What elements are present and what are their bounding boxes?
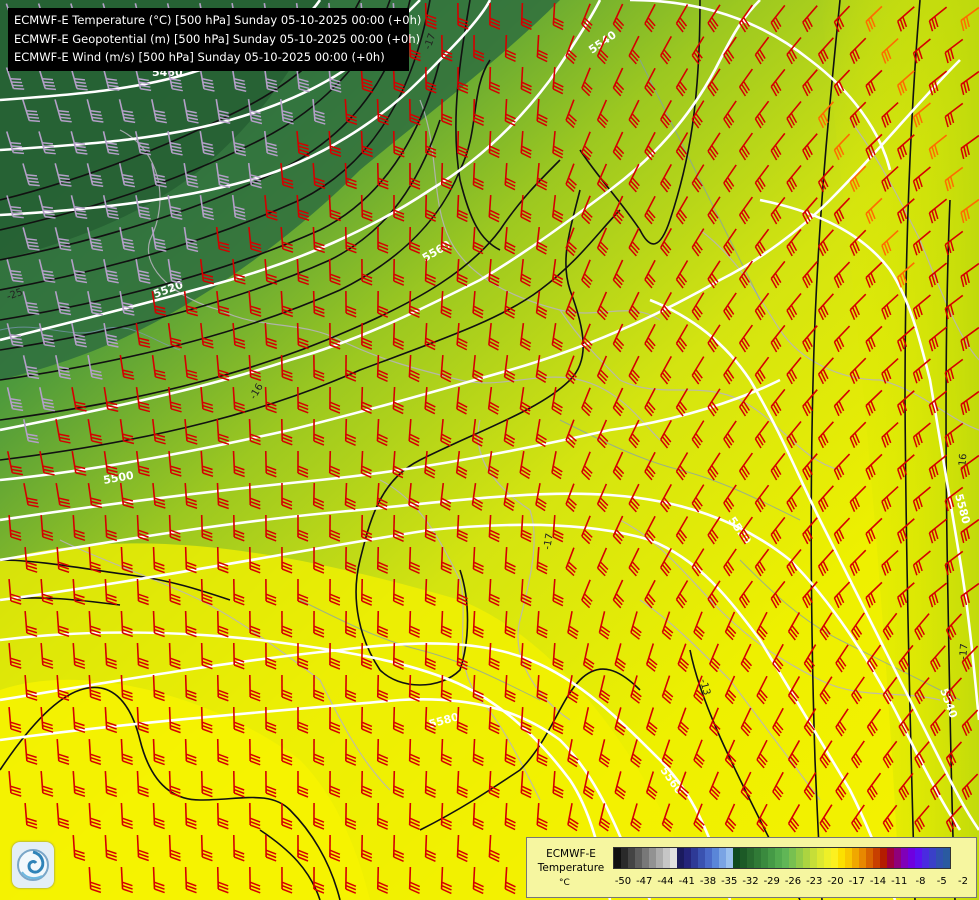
geopotential-title: ECMWF-E Geopotential (m) [500 hPa] Sunda… — [14, 31, 421, 46]
legend-swatch — [810, 848, 817, 868]
legend-color-bar — [613, 847, 951, 869]
legend-tick-label: -47 — [636, 876, 653, 887]
legend-swatch — [677, 848, 684, 868]
legend-swatch — [663, 848, 670, 868]
legend-swatch — [908, 848, 915, 868]
legend-swatch — [754, 848, 761, 868]
legend-tick-label: -50 — [614, 876, 632, 887]
legend-swatch — [642, 848, 649, 868]
legend-swatch — [761, 848, 768, 868]
legend-swatch — [866, 848, 873, 868]
legend-swatch — [803, 848, 810, 868]
legend-tick-label: -35 — [721, 876, 738, 887]
temperature-legend: ECMWF-E Temperature °C -50 -47 -44 -41 -38 -3… — [526, 837, 977, 898]
legend-swatch — [859, 848, 866, 868]
legend-title: ECMWF-E Temperature — [537, 848, 605, 874]
legend-swatch — [621, 848, 628, 868]
legend-swatch — [880, 848, 887, 868]
map-canvas[interactable]: 5460 5520 5540 5560 5500 5520 5580 5540 … — [0, 0, 979, 900]
legend-tick-label: -14 — [869, 876, 887, 887]
legend-swatch — [915, 848, 922, 868]
legend-swatch — [831, 848, 838, 868]
legend-swatch — [684, 848, 691, 868]
legend-swatch — [698, 848, 705, 868]
legend-swatch — [649, 848, 656, 868]
legend-swatch — [726, 848, 733, 868]
legend-swatch — [712, 848, 719, 868]
legend-tick-label: -44 — [657, 876, 674, 887]
legend-swatch — [628, 848, 635, 868]
legend-swatch — [901, 848, 908, 868]
legend-swatch — [929, 848, 936, 868]
legend-unit: °C — [559, 878, 570, 888]
legend-swatch — [775, 848, 782, 868]
legend-swatch — [782, 848, 789, 868]
legend-swatch — [691, 848, 698, 868]
legend-swatch — [838, 848, 845, 868]
legend-tick-label: -38 — [699, 876, 717, 887]
legend-swatch — [768, 848, 775, 868]
legend-swatch — [789, 848, 796, 868]
wind-title: ECMWF-E Wind (m/s) [500 hPa] Sunday 05-1… — [14, 50, 385, 64]
legend-tick-label: -11 — [891, 876, 908, 887]
legend-tick-label: -41 — [678, 876, 695, 887]
legend-swatch — [943, 848, 950, 868]
legend-tick-label: -2 — [958, 876, 968, 887]
legend-tick-label: -5 — [936, 876, 947, 887]
legend-tick-label: -29 — [763, 876, 780, 887]
legend-tick-label: -26 — [784, 876, 802, 887]
legend-swatch — [817, 848, 824, 868]
legend-swatch — [670, 848, 677, 868]
legend-swatch — [747, 848, 754, 868]
legend-swatch — [852, 848, 859, 868]
legend-tick-label: -8 — [915, 876, 926, 887]
legend-swatch — [845, 848, 852, 868]
legend-swatch — [635, 848, 642, 868]
legend-swatch — [887, 848, 894, 868]
legend-swatch — [824, 848, 831, 868]
legend-tick-label: -32 — [742, 876, 759, 887]
temperature-title: ECMWF-E Temperature (°C) [500 hPa] Sunda… — [14, 13, 422, 27]
legend-tick-label: -23 — [806, 876, 823, 887]
legend-swatch — [796, 848, 803, 868]
legend-swatch — [894, 848, 901, 868]
legend-swatch — [705, 848, 712, 868]
legend-swatch — [922, 848, 929, 868]
legend-tick-label: -20 — [827, 876, 844, 887]
legend-swatch — [733, 848, 740, 868]
legend-ticks: -50 -47 -44 -41 -38 -35 -32 -29 -26 -23 -20 -17 -14-… — [609, 876, 971, 890]
provider-logo-icon — [12, 842, 54, 888]
legend-swatch — [740, 848, 747, 868]
legend-swatch — [719, 848, 726, 868]
isotherm-label: -17 — [958, 643, 970, 660]
legend-swatch — [873, 848, 880, 868]
title-panel: ECMWF-E Temperature (°C) [500 hPa] Sunda… — [8, 8, 422, 71]
legend-swatch — [656, 848, 663, 868]
legend-swatch — [936, 848, 943, 868]
legend-tick-label: -17 — [848, 876, 865, 887]
legend-swatch — [614, 848, 621, 868]
weather-map-view: 5460 5520 5540 5560 5500 5520 5580 5540 … — [0, 0, 979, 900]
